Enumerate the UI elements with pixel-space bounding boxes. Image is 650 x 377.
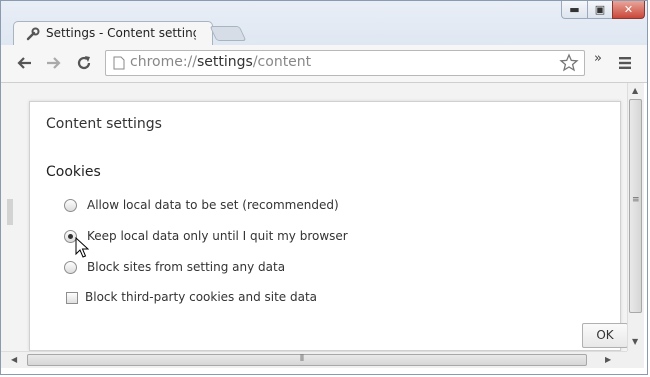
url-text: chrome://settings/content xyxy=(130,54,311,70)
mouse-cursor-icon xyxy=(75,237,89,258)
maximize-button[interactable]: ▣ xyxy=(587,1,613,19)
browser-toolbar: chrome://settings/content » xyxy=(1,45,647,83)
grip-icon: ⦀ xyxy=(300,354,304,364)
reload-icon[interactable] xyxy=(75,54,93,72)
radio-button[interactable] xyxy=(64,199,77,212)
horizontal-scroll-thumb[interactable]: ⦀ xyxy=(27,354,587,366)
page-icon xyxy=(113,56,125,70)
scroll-right-arrow-icon[interactable]: ▶ xyxy=(605,355,611,364)
scroll-up-arrow-icon[interactable]: ▲ xyxy=(632,86,638,95)
star-icon[interactable] xyxy=(559,53,579,73)
tab-title: Settings - Content settings xyxy=(46,26,196,40)
maximize-icon: ▣ xyxy=(594,3,606,16)
content-settings-dialog: Content settings Cookies Allow local dat… xyxy=(29,101,621,351)
hamburger-menu-icon[interactable] xyxy=(618,56,632,70)
option-label: Block sites from setting any data xyxy=(87,260,286,274)
option-label: Allow local data to be set (recommended) xyxy=(87,198,339,212)
horizontal-scrollbar[interactable]: ◀ ⦀ ▶ xyxy=(1,351,627,368)
scroll-left-arrow-icon[interactable]: ◀ xyxy=(11,355,17,364)
new-tab-button[interactable] xyxy=(209,26,247,41)
tab-settings[interactable]: Settings - Content settings xyxy=(13,21,213,46)
settings-page-overlay: Content settings Cookies Allow local dat… xyxy=(1,83,627,351)
minimize-button[interactable]: ▬ xyxy=(561,1,588,19)
back-arrow-icon[interactable] xyxy=(15,54,33,72)
dialog-title: Content settings xyxy=(46,116,162,132)
cookies-section-heading: Cookies xyxy=(46,164,101,180)
extensions-chevron-icon[interactable]: » xyxy=(594,51,602,66)
vertical-scrollbar[interactable]: ▲ ≡ ▼ xyxy=(627,83,644,351)
radio-button[interactable] xyxy=(64,261,77,274)
scroll-down-arrow-icon[interactable]: ▼ xyxy=(632,337,638,346)
page-edge-marker xyxy=(7,199,13,225)
url-path: /content xyxy=(252,54,312,70)
ok-button[interactable]: OK xyxy=(582,323,628,348)
vertical-scroll-thumb[interactable]: ≡ xyxy=(629,99,642,313)
option-label: Block third-party cookies and site data xyxy=(85,290,318,304)
close-icon: ✕ xyxy=(623,3,634,16)
option-label: Keep local data only until I quit my bro… xyxy=(87,229,348,243)
grip-icon: ≡ xyxy=(632,195,640,205)
close-button[interactable]: ✕ xyxy=(612,1,645,19)
scrollbar-corner xyxy=(627,351,644,368)
minimize-icon: ▬ xyxy=(569,3,580,16)
title-bar: ▬ ▣ ✕ Settings - Content settings xyxy=(1,1,647,46)
forward-arrow-icon[interactable] xyxy=(45,54,63,72)
address-bar[interactable]: chrome://settings/content xyxy=(105,50,585,76)
url-host: settings xyxy=(197,54,253,70)
browser-window: ▬ ▣ ✕ Settings - Content settings chrome… xyxy=(0,0,648,375)
wrench-icon xyxy=(26,27,40,41)
url-scheme: chrome:// xyxy=(130,54,197,70)
checkbox[interactable] xyxy=(66,292,78,304)
